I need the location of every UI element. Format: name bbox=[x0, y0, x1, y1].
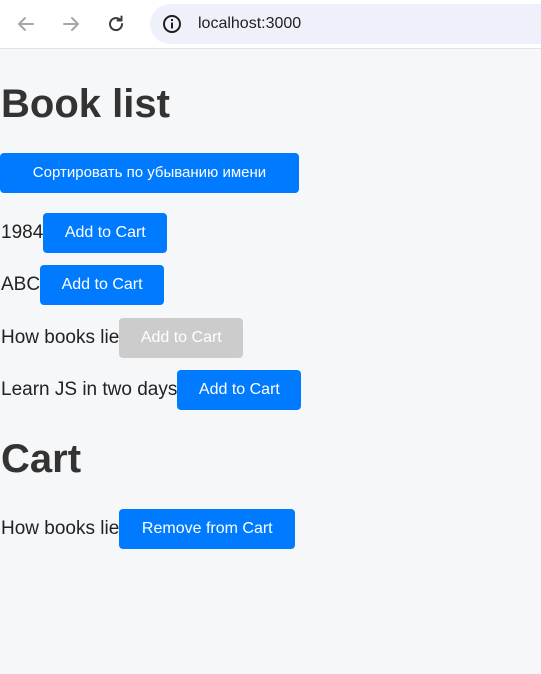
forward-button[interactable] bbox=[59, 12, 83, 36]
cart-heading: Cart bbox=[1, 437, 82, 481]
book-title: How books lie bbox=[1, 327, 120, 348]
book-list-heading: Book list bbox=[1, 82, 170, 126]
book-title: 1984 bbox=[1, 222, 44, 243]
back-button[interactable] bbox=[14, 12, 38, 36]
reload-icon bbox=[109, 15, 124, 32]
add-to-cart-button[interactable]: Add to Cart bbox=[177, 370, 302, 410]
add-to-cart-button-disabled: Add to Cart bbox=[119, 318, 244, 358]
browser-toolbar: localhost:3000 bbox=[0, 0, 541, 49]
book-title: Learn JS in two days bbox=[1, 379, 178, 400]
info-icon[interactable] bbox=[162, 14, 182, 34]
cart-row: How books lie Remove from Cart bbox=[1, 509, 296, 549]
book-row: How books lie Add to Cart bbox=[1, 318, 244, 358]
sort-descending-button[interactable]: Сортировать по убыванию имени bbox=[0, 153, 299, 193]
arrow-right-icon bbox=[63, 17, 79, 31]
book-row: Learn JS in two days Add to Cart bbox=[1, 370, 302, 410]
add-to-cart-button[interactable]: Add to Cart bbox=[40, 265, 165, 305]
remove-from-cart-button[interactable]: Remove from Cart bbox=[119, 509, 296, 549]
book-title: ABC bbox=[1, 274, 41, 295]
reload-button[interactable] bbox=[104, 12, 128, 36]
book-row: ABC Add to Cart bbox=[1, 265, 165, 305]
add-to-cart-button[interactable]: Add to Cart bbox=[43, 213, 168, 253]
address-bar[interactable]: localhost:3000 bbox=[150, 4, 541, 44]
arrow-left-icon bbox=[18, 17, 34, 31]
book-row: 1984 Add to Cart bbox=[1, 213, 168, 253]
url-text[interactable]: localhost:3000 bbox=[198, 15, 301, 33]
cart-item-title: How books lie bbox=[1, 518, 120, 539]
